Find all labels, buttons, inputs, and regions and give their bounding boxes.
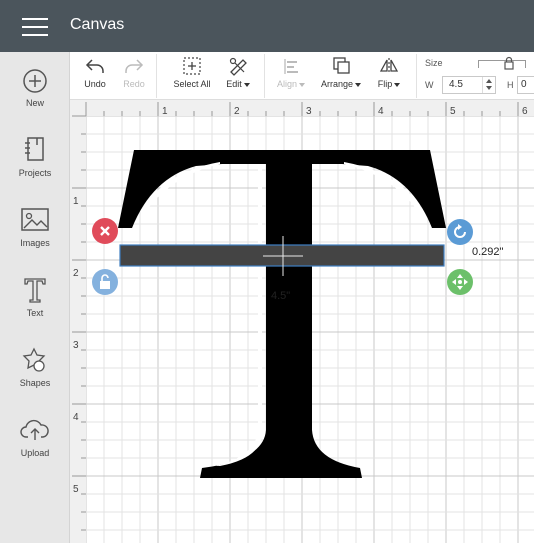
toolbar-divider <box>416 54 417 98</box>
sidebar-item-text[interactable]: Text <box>0 276 70 336</box>
select-all-button[interactable]: Select All <box>168 52 216 100</box>
lock-icon[interactable] <box>503 56 515 75</box>
arrange-dropdown[interactable]: Arrange <box>316 52 366 100</box>
ruler-left-label: 3 <box>73 340 79 351</box>
design-canvas[interactable]: 1 2 3 4 5 6 1 2 3 4 5 0.292" 4.5" <box>70 100 534 543</box>
ruler-left-label: 2 <box>73 268 79 279</box>
ruler-left-label: 1 <box>73 196 79 207</box>
sidebar-item-label: Shapes <box>19 378 51 388</box>
arrange-label: Arrange <box>316 79 366 89</box>
rotate-icon <box>454 224 466 238</box>
size-link-bracket <box>478 60 526 68</box>
redo-button[interactable]: Redo <box>118 52 150 100</box>
redo-icon <box>125 59 144 73</box>
edit-label: Edit <box>221 79 255 89</box>
rotate-handle[interactable] <box>447 219 473 245</box>
notebook-icon <box>25 137 44 161</box>
flip-dropdown[interactable]: Flip <box>372 52 406 100</box>
flip-icon <box>379 58 399 74</box>
sidebar-item-projects[interactable]: Projects <box>0 136 70 196</box>
width-stepper[interactable] <box>482 77 494 93</box>
hamburger-menu-icon[interactable] <box>22 18 48 36</box>
unlock-icon <box>100 274 110 289</box>
align-label: Align <box>270 79 312 89</box>
sidebar-item-new[interactable]: New <box>0 68 70 128</box>
edit-scissors-icon <box>229 57 247 76</box>
shapes-icon <box>22 347 46 372</box>
sidebar-item-shapes[interactable]: Shapes <box>0 346 70 406</box>
left-ruler <box>70 100 86 543</box>
edit-toolbar: Undo Redo Select All Edit Align Arrange … <box>70 52 534 100</box>
canvas-grid: 1 2 3 4 5 6 1 2 3 4 5 <box>70 100 534 543</box>
sidebar-item-label: Images <box>20 238 50 248</box>
text-t-icon <box>24 278 46 303</box>
page-title: Canvas <box>70 16 125 33</box>
ruler-top-label: 5 <box>450 106 456 117</box>
left-sidebar: New Projects Images Text Shapes Upload <box>0 52 70 543</box>
sidebar-item-upload[interactable]: Upload <box>0 416 70 476</box>
cloud-upload-icon <box>20 419 49 440</box>
redo-label: Redo <box>123 79 145 89</box>
align-dropdown[interactable]: Align <box>270 52 312 100</box>
close-icon <box>100 226 110 236</box>
toolbar-divider <box>156 54 157 98</box>
ruler-top-label: 1 <box>162 106 168 117</box>
delete-handle[interactable] <box>92 218 118 244</box>
sidebar-item-images[interactable]: Images <box>0 206 70 266</box>
ruler-left-label: 4 <box>73 412 79 423</box>
image-icon <box>21 208 49 231</box>
edit-dropdown[interactable]: Edit <box>221 52 255 100</box>
select-all-icon <box>183 57 201 75</box>
select-all-label: Select All <box>173 79 211 89</box>
sidebar-item-label: New <box>25 98 44 108</box>
height-input[interactable]: 0 <box>517 76 534 94</box>
ruler-top-label: 4 <box>378 106 384 117</box>
sidebar-item-label: Text <box>26 308 44 318</box>
width-field-label: W <box>425 80 434 90</box>
height-dimension-label: 0.292" <box>472 246 504 258</box>
ruler-top-label: 6 <box>522 106 528 117</box>
ruler-top-label: 3 <box>306 106 312 117</box>
flip-label: Flip <box>372 79 406 89</box>
undo-label: Undo <box>84 79 106 89</box>
resize-handle[interactable] <box>447 269 473 295</box>
width-dimension-label: 4.5" <box>271 290 291 302</box>
toolbar-divider <box>264 54 265 98</box>
undo-icon <box>85 59 104 73</box>
lock-proportions-handle[interactable] <box>92 269 118 295</box>
sidebar-item-label: Projects <box>18 168 52 178</box>
resize-arrows-icon <box>452 274 468 290</box>
height-field-label: H <box>507 80 514 90</box>
top-header: Canvas <box>0 0 534 52</box>
sidebar-item-label: Upload <box>20 448 50 458</box>
arrange-icon <box>333 57 350 74</box>
ruler-left-label: 5 <box>73 484 79 495</box>
size-label: Size <box>425 58 443 68</box>
undo-button[interactable]: Undo <box>78 52 112 100</box>
ruler-top-label: 2 <box>234 106 240 117</box>
align-icon <box>284 59 298 74</box>
plus-circle-icon <box>23 69 47 93</box>
